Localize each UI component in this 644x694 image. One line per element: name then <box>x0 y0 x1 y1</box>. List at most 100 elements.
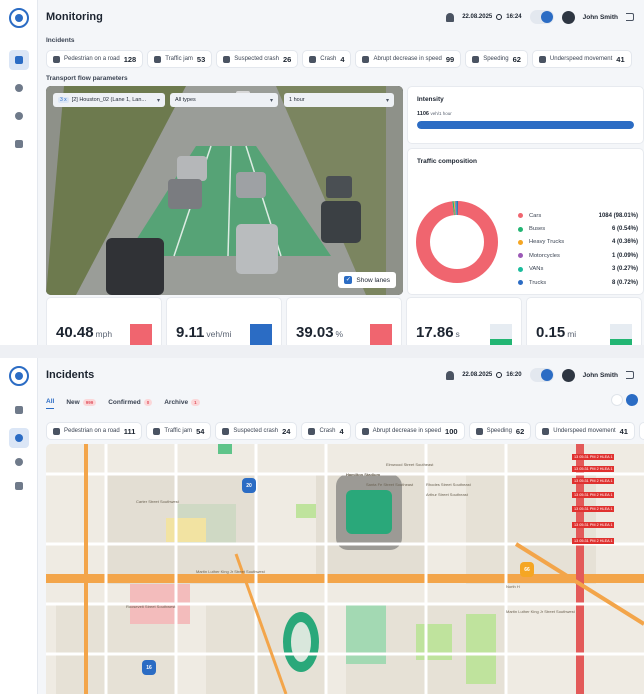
alert-tag[interactable]: 13 05:31 PM 2 HLEA 1 <box>572 492 614 498</box>
list-view-icon[interactable] <box>611 394 623 406</box>
tab-label: Confirmed <box>108 398 141 406</box>
suspected-crash-icon <box>223 55 231 63</box>
incident-chip[interactable]: Suspected crash 24 <box>215 422 298 440</box>
sidebar <box>0 358 38 694</box>
legend-row: Trucks 8 (0.72%) <box>518 276 638 289</box>
metric-level <box>370 324 392 345</box>
user-name[interactable]: John Smith <box>583 14 618 21</box>
incident-chip[interactable]: Speeding 62 <box>468 422 532 440</box>
app-logo[interactable] <box>9 8 29 28</box>
avatar[interactable] <box>561 10 575 24</box>
tab-badge: 0 <box>143 398 153 406</box>
alert-tag[interactable]: 13 05:31 PM 2 HLEA 1 <box>572 466 614 472</box>
alert-tag[interactable]: 13 05:31 PM 2 HLEA 1 <box>572 538 614 544</box>
period-select[interactable]: 1 hour ▾ <box>284 93 394 107</box>
incident-marker[interactable]: 20 <box>242 478 256 493</box>
flow-label: Transport flow parameters <box>46 75 128 82</box>
nav-map[interactable] <box>9 452 29 472</box>
show-lanes-toggle[interactable]: ✓ Show lanes <box>338 272 396 288</box>
metric-card: 9.11 veh/mi <box>166 297 282 345</box>
alert-tag[interactable]: 13 05:31 PM 2 HLEA 1 <box>572 478 614 484</box>
view-switch <box>611 394 638 406</box>
nav-monitoring[interactable] <box>9 50 29 70</box>
tab-label: All <box>46 398 55 405</box>
incident-chip[interactable]: Crash 4 <box>301 422 351 440</box>
incident-chip[interactable]: Crash 4 <box>302 50 352 68</box>
map-view-icon[interactable] <box>626 394 638 406</box>
legend-value: 3 (0.27%) <box>611 266 638 273</box>
avatar[interactable] <box>561 368 575 382</box>
incident-marker[interactable]: 66 <box>520 562 534 577</box>
incident-chip[interactable]: Pedestrian on a road 111 <box>46 422 143 440</box>
incident-chip[interactable]: Speeding 62 <box>465 50 528 68</box>
incident-chip-label: Speeding <box>483 56 509 62</box>
intensity-panel: Intensity 1106 veh/1 hour <box>407 86 644 144</box>
bell-icon[interactable] <box>446 12 455 22</box>
alert-tag[interactable]: 13 05:31 PM 2 HLEA 1 <box>572 454 614 460</box>
theme-toggle[interactable] <box>529 10 554 24</box>
incident-chip[interactable]: Fire de <box>638 422 644 440</box>
type-select[interactable]: All types ▾ <box>170 93 278 107</box>
legend-name: Heavy Trucks <box>529 239 565 246</box>
top-bar: Monitoring 22.08.2025 16:24 John Smith <box>38 0 644 34</box>
metric-unit: mph <box>95 329 113 339</box>
nav-incidents[interactable] <box>9 78 29 98</box>
tab-archive[interactable]: Archive 1 <box>164 395 200 409</box>
page-title: Monitoring <box>46 11 103 23</box>
incident-marker[interactable]: 16 <box>142 660 156 675</box>
alert-tag[interactable]: 13 05:31 PM 2 HLEA 1 <box>572 506 614 512</box>
incident-chip-count: 62 <box>512 54 521 64</box>
legend-value: 4 (0.36%) <box>611 239 638 246</box>
legend-row: Motorcycles 1 (0.09%) <box>518 249 638 262</box>
app-logo[interactable] <box>9 366 29 386</box>
nav-cameras[interactable] <box>9 476 29 496</box>
user-name[interactable]: John Smith <box>583 372 618 379</box>
bell-icon[interactable] <box>446 370 455 380</box>
nav-incidents[interactable] <box>9 428 29 448</box>
logout-icon[interactable] <box>626 371 634 379</box>
incident-chip[interactable]: Traffic jam 53 <box>147 50 213 68</box>
intensity-value: 1106 veh/1 hour <box>417 111 452 117</box>
incident-chip-count: 4 <box>340 54 345 64</box>
incident-chip[interactable]: Underspeed movement 41 <box>535 422 635 440</box>
incident-map[interactable]: Hamilton Stadium Martin Luther King Jr S… <box>46 444 644 694</box>
nav-monitoring[interactable] <box>9 400 29 420</box>
incident-chip-count: 53 <box>196 54 206 64</box>
metric-level-fill <box>370 324 392 345</box>
metric-level <box>250 324 272 345</box>
date-text: 22.08.2025 <box>462 372 493 378</box>
theme-toggle[interactable] <box>529 368 554 382</box>
alert-tag[interactable]: 13 05:31 PM 2 HLEA 1 <box>572 522 614 528</box>
tab-confirmed[interactable]: Confirmed 0 <box>108 395 153 409</box>
incident-chip-label: Suspected crash <box>234 56 279 62</box>
tab-new[interactable]: New 999 <box>66 395 97 409</box>
nav-cameras[interactable] <box>9 134 29 154</box>
incident-chip-bar: Pedestrian on a road 111 Traffic jam 54 Susp… <box>46 422 644 440</box>
intensity-unit: veh/1 hour <box>430 111 452 116</box>
speeding-icon <box>475 427 483 435</box>
camera-count: 3 x <box>58 97 69 103</box>
nav-map[interactable] <box>9 106 29 126</box>
incident-chip[interactable]: Abrupt decrease in speed 100 <box>354 422 465 440</box>
composition-legend: Cars 1084 (98.01%) Buses 6 (0.54%) Heavy Tru… <box>518 209 638 289</box>
camera-select[interactable]: 3 x [2] Houston_02 (Lane 1, Lan... ▾ <box>53 93 165 107</box>
logout-icon[interactable] <box>626 13 634 21</box>
incident-chip[interactable]: Traffic jam 54 <box>146 422 212 440</box>
legend-name: Cars <box>529 212 542 219</box>
incident-chip[interactable]: Underspeed movement 41 <box>531 50 632 68</box>
map-canvas <box>46 444 644 694</box>
chevron-down-icon: ▾ <box>156 97 160 104</box>
camera-select-value: [2] Houston_02 (Lane 1, Lan... <box>71 97 146 103</box>
pedestrian-icon <box>53 427 60 435</box>
traffic-jam-icon <box>153 427 161 435</box>
incident-chip-label: Underspeed movement <box>549 56 613 62</box>
legend-row: Buses 6 (0.54%) <box>518 222 638 235</box>
legend-name: Trucks <box>529 279 547 286</box>
camera-feed[interactable]: 3 x [2] Houston_02 (Lane 1, Lan... ▾ All… <box>46 86 403 295</box>
tab-all[interactable]: All <box>46 395 55 409</box>
incident-chip[interactable]: Suspected crash 26 <box>216 50 299 68</box>
incident-chip[interactable]: Pedestrian on a road 128 <box>46 50 144 68</box>
period-select-value: 1 hour <box>289 97 305 103</box>
incident-chip[interactable]: Abrupt decrease in speed 99 <box>355 50 462 68</box>
stadium-label: Hamilton Stadium <box>346 472 381 477</box>
